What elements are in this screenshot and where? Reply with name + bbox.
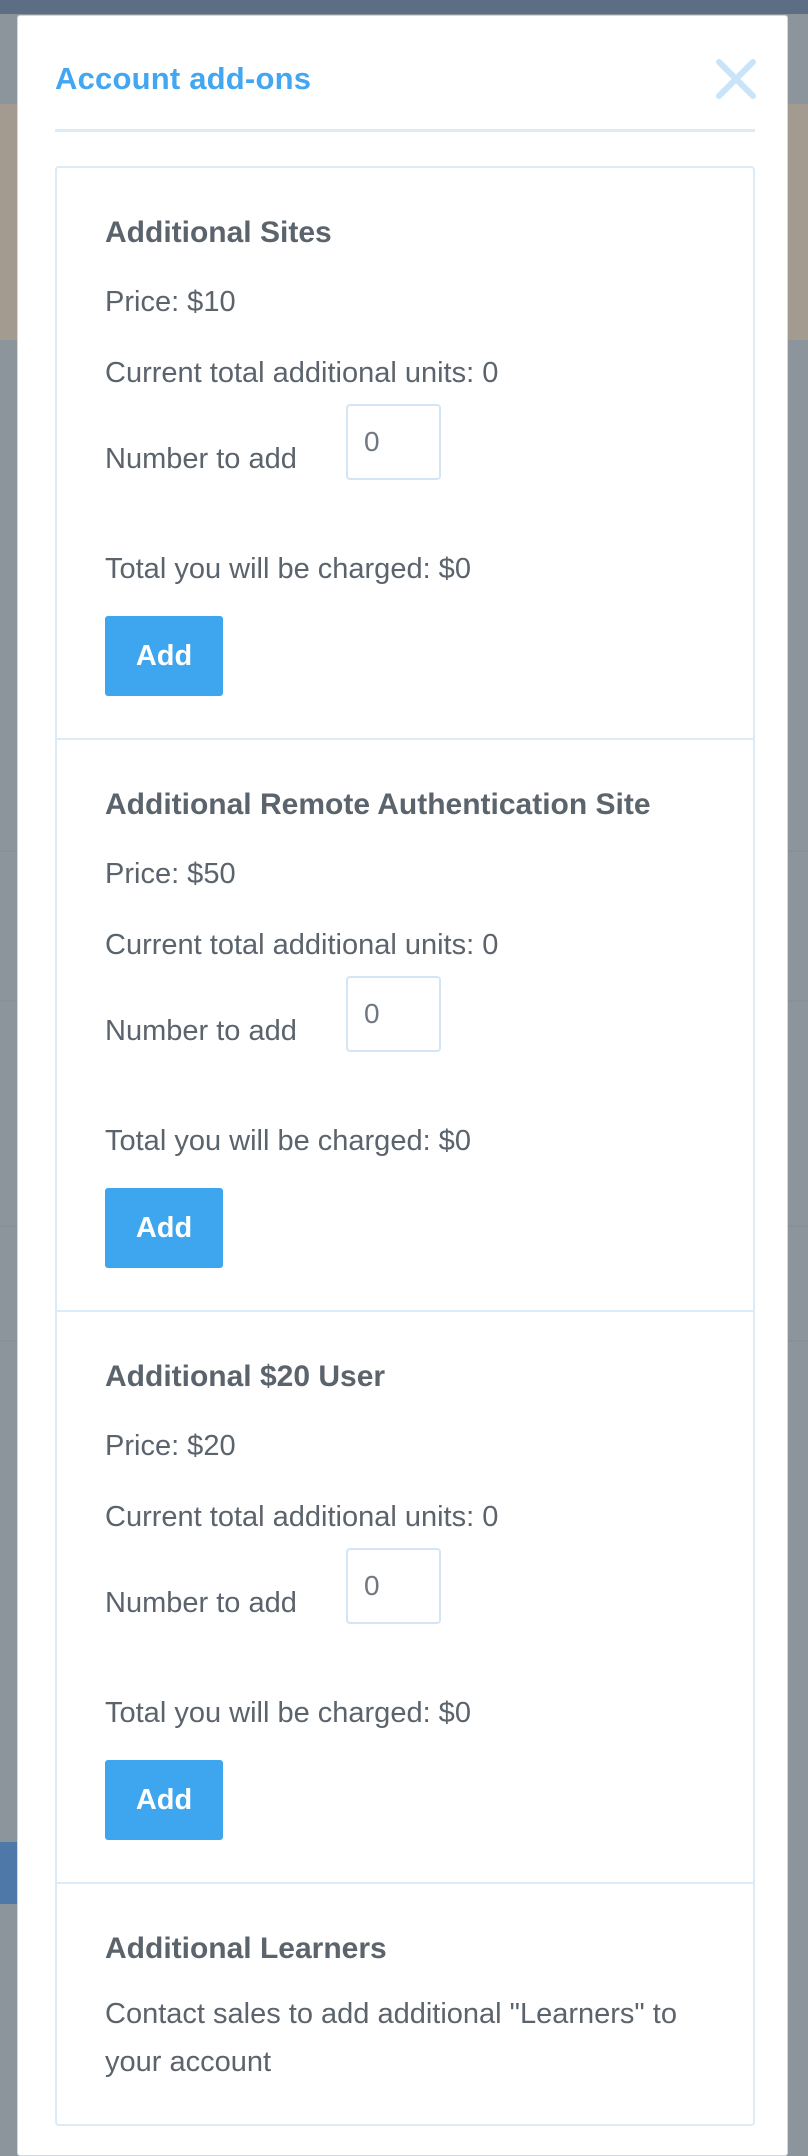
addon-current-units: Current total additional units: 0 (105, 1501, 499, 1533)
addon-additional-learners: Additional Learners Contact sales to add… (57, 1884, 753, 2124)
addon-title: Additional Remote Authentication Site (105, 788, 651, 821)
addon-current-units: Current total additional units: 0 (105, 929, 499, 961)
addon-contact-sales-note: Contact sales to add additional "Learner… (105, 1998, 677, 2078)
number-to-add-input[interactable] (346, 976, 441, 1052)
background-header (0, 0, 808, 14)
number-to-add-input[interactable] (346, 1548, 441, 1624)
add-remote-auth-site-button[interactable]: Add (105, 1188, 223, 1268)
number-to-add-input[interactable] (346, 404, 441, 480)
addons-list: Additional Sites Price: $10 Current tota… (55, 166, 755, 2126)
close-button[interactable] (710, 53, 762, 105)
number-to-add-label: Number to add (105, 443, 297, 475)
addon-price: Price: $20 (105, 1430, 236, 1462)
addon-title: Additional Learners (105, 1932, 387, 1965)
addon-title: Additional Sites (105, 216, 332, 249)
addon-total-charged: Total you will be charged: $0 (105, 553, 471, 585)
number-to-add-label: Number to add (105, 1587, 297, 1619)
addon-title: Additional $20 User (105, 1360, 386, 1393)
modal-title: Account add-ons (55, 61, 312, 96)
addon-price: Price: $10 (105, 286, 236, 318)
addon-remote-authentication-site: Additional Remote Authentication Site Pr… (57, 740, 753, 1312)
addon-additional-20-user: Additional $20 User Price: $20 Current t… (57, 1312, 753, 1884)
addon-total-charged: Total you will be charged: $0 (105, 1125, 471, 1157)
addon-additional-sites: Additional Sites Price: $10 Current tota… (57, 168, 753, 740)
modal-header: Account add-ons (55, 16, 756, 132)
addon-total-charged: Total you will be charged: $0 (105, 1697, 471, 1729)
add-user-button[interactable]: Add (105, 1760, 223, 1840)
add-sites-button[interactable]: Add (105, 616, 223, 696)
number-to-add-label: Number to add (105, 1015, 297, 1047)
close-icon (716, 59, 756, 99)
addon-current-units: Current total additional units: 0 (105, 357, 499, 389)
addon-price: Price: $50 (105, 858, 236, 890)
account-addons-modal: Account add-ons Additional Sites Price: … (17, 15, 788, 2156)
